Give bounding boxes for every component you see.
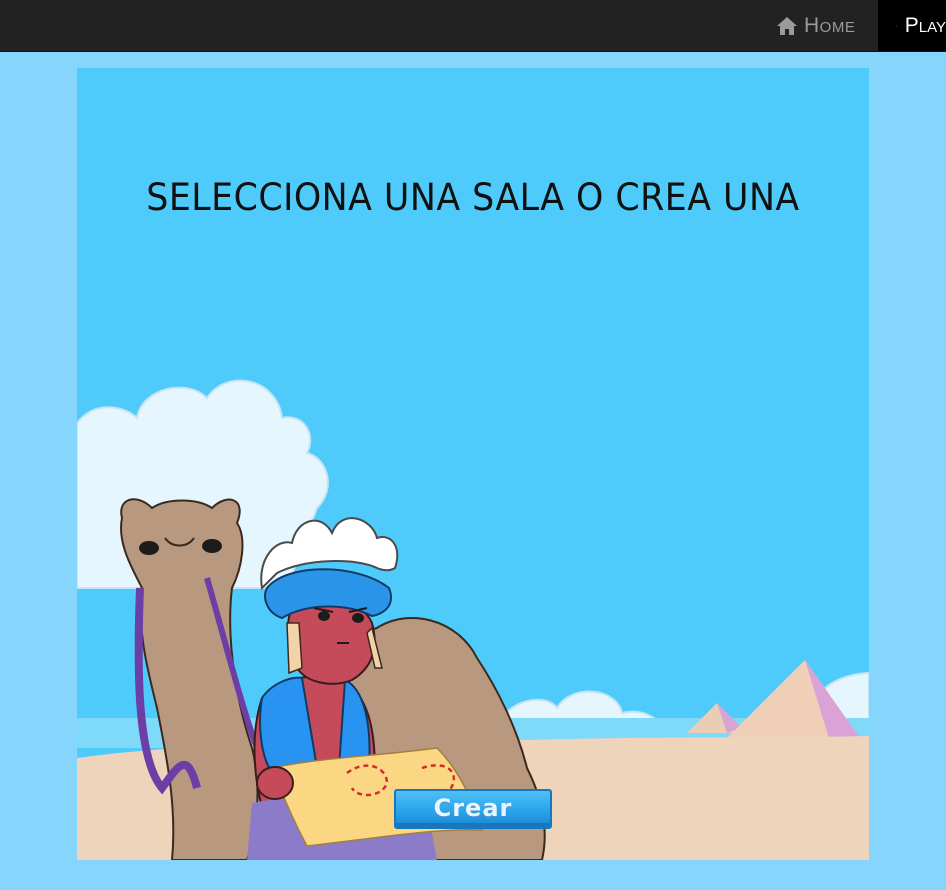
game-title: SELECCIONA UNA SALA O CREA UNA [146, 176, 800, 219]
nav-home-label: Home [804, 13, 856, 37]
nav-play-link[interactable]: Play [878, 0, 946, 51]
top-navbar: Home Play [0, 0, 946, 52]
game-canvas[interactable]: SELECCIONA UNA SALA O CREA UNA Crear [77, 68, 869, 860]
play-icon [896, 25, 897, 26]
create-room-button[interactable]: Crear [394, 789, 552, 829]
nav-play-label: Play [904, 13, 946, 37]
home-icon [777, 16, 797, 35]
nav-home-link[interactable]: Home [776, 0, 855, 51]
